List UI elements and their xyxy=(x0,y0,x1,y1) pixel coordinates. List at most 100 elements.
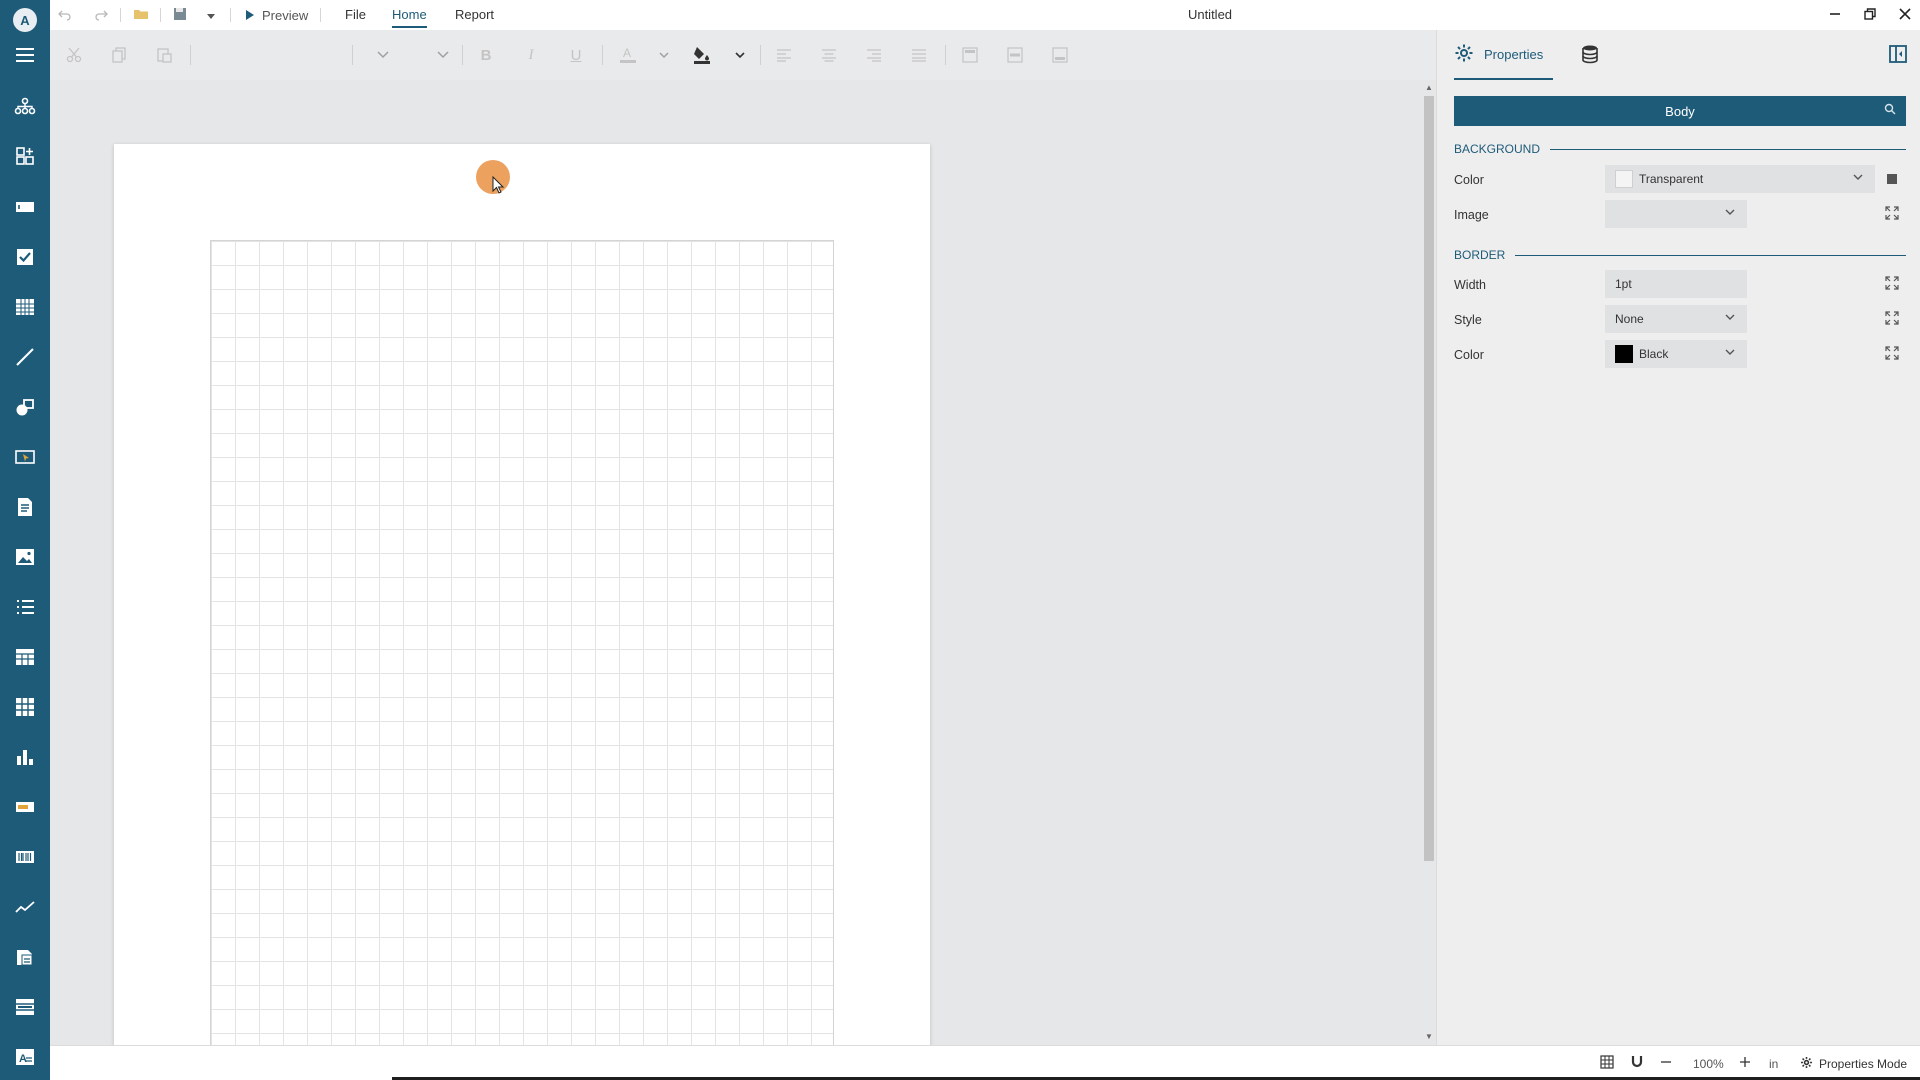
justify-icon[interactable] xyxy=(907,43,931,67)
document-title: Untitled xyxy=(1187,7,1233,22)
zoom-out-button[interactable] xyxy=(1660,1046,1672,1080)
textbox-icon[interactable] xyxy=(0,187,50,227)
snap-toggle-button[interactable] xyxy=(1630,1046,1644,1080)
font-color-dropdown[interactable] xyxy=(652,43,676,67)
tab-home[interactable]: Home xyxy=(392,0,427,30)
open-button[interactable] xyxy=(133,0,149,30)
database-icon xyxy=(1581,44,1599,67)
bg-color-dropdown[interactable]: Transparent xyxy=(1605,165,1875,193)
matrix-icon[interactable] xyxy=(0,687,50,727)
rich-text-icon[interactable] xyxy=(0,487,50,527)
border-width-input[interactable]: 1pt xyxy=(1605,270,1747,298)
bg-image-dropdown[interactable] xyxy=(1605,200,1747,228)
border-section-title: BORDER xyxy=(1454,248,1906,262)
checkbox-icon[interactable] xyxy=(0,237,50,277)
fill-color-dropdown[interactable] xyxy=(728,43,752,67)
grid-toggle-button[interactable] xyxy=(1600,1046,1614,1080)
report-body-grid[interactable] xyxy=(210,240,834,1045)
minus-icon xyxy=(1660,1056,1672,1071)
fill-color-icon[interactable] xyxy=(690,43,714,67)
bullet-icon[interactable] xyxy=(0,787,50,827)
tab-report[interactable]: Report xyxy=(455,0,494,30)
unit-selector[interactable]: in xyxy=(1769,1046,1778,1080)
align-right-icon[interactable] xyxy=(862,43,886,67)
properties-mode-button[interactable]: Properties Mode xyxy=(1800,1046,1907,1080)
report-page[interactable] xyxy=(114,144,930,1045)
menu-icon[interactable] xyxy=(0,35,50,75)
chevron-down-icon xyxy=(1723,345,1737,362)
banded-list-icon[interactable] xyxy=(0,987,50,1027)
italic-icon[interactable]: I xyxy=(519,43,543,67)
scroll-up-arrow[interactable]: ▲ xyxy=(1424,83,1434,93)
list-icon[interactable] xyxy=(0,587,50,627)
toggle-panel-button[interactable] xyxy=(1883,30,1913,80)
section-divider xyxy=(1550,148,1906,150)
separator xyxy=(120,8,121,22)
formatted-text-icon[interactable]: A xyxy=(0,1037,50,1077)
underline-icon[interactable]: U xyxy=(564,43,588,67)
zoom-level[interactable]: 100% xyxy=(1693,1046,1724,1080)
preview-label: Preview xyxy=(262,7,309,23)
font-color-icon[interactable]: A xyxy=(616,43,640,67)
cut-icon[interactable] xyxy=(62,43,86,67)
data-hierarchy-icon[interactable] xyxy=(0,86,50,126)
search-icon[interactable] xyxy=(1884,103,1896,118)
border-section-label: BORDER xyxy=(1454,248,1506,262)
subreport-icon[interactable] xyxy=(0,937,50,977)
gear-icon xyxy=(1454,43,1474,66)
border-width-expression-button[interactable] xyxy=(1880,272,1904,296)
selected-element-bar[interactable]: Body xyxy=(1454,96,1906,126)
scrollbar-thumb[interactable] xyxy=(1424,96,1434,861)
close-button[interactable] xyxy=(1890,0,1920,30)
shape-icon[interactable] xyxy=(0,387,50,427)
valign-top-icon[interactable] xyxy=(958,43,982,67)
valign-bottom-icon[interactable] xyxy=(1048,43,1072,67)
separator xyxy=(320,8,321,22)
valign-middle-icon[interactable] xyxy=(1003,43,1027,67)
line-icon[interactable] xyxy=(0,337,50,377)
align-center-icon[interactable] xyxy=(817,43,841,67)
preview-button[interactable]: Preview xyxy=(246,0,308,30)
paste-icon[interactable] xyxy=(152,43,176,67)
undo-icon xyxy=(58,7,72,24)
scroll-down-arrow[interactable]: ▼ xyxy=(1424,1032,1434,1042)
restore-button[interactable] xyxy=(1855,0,1885,30)
redo-button[interactable] xyxy=(94,0,108,30)
sparkline-icon[interactable] xyxy=(0,887,50,927)
properties-mode-label: Properties Mode xyxy=(1819,1056,1908,1071)
tab-properties[interactable]: Properties xyxy=(1454,30,1554,80)
copy-icon[interactable] xyxy=(107,43,131,67)
image-expression-button[interactable] xyxy=(1880,202,1904,226)
border-style-expression-button[interactable] xyxy=(1880,307,1904,331)
zoom-in-button[interactable] xyxy=(1739,1046,1751,1080)
tablix-icon[interactable] xyxy=(0,287,50,327)
color-picker-button[interactable] xyxy=(1880,167,1904,191)
vertical-scrollbar[interactable]: ▲ ▼ xyxy=(1422,80,1436,1045)
border-style-dropdown[interactable]: None xyxy=(1605,305,1747,333)
save-button[interactable] xyxy=(173,0,187,30)
save-options-dropdown[interactable] xyxy=(207,0,215,30)
grid-icon xyxy=(1600,1055,1614,1072)
undo-button[interactable] xyxy=(58,0,72,30)
panel-tabs: Properties xyxy=(1437,30,1920,80)
barcode-icon[interactable] xyxy=(0,837,50,877)
design-canvas[interactable] xyxy=(50,80,1425,1045)
align-left-icon[interactable] xyxy=(772,43,796,67)
tab-file[interactable]: File xyxy=(345,0,366,30)
border-color-dropdown[interactable]: Black xyxy=(1605,340,1747,368)
save-icon xyxy=(173,7,187,24)
expand-icon xyxy=(1885,205,1899,223)
play-icon xyxy=(246,8,254,23)
table-icon[interactable] xyxy=(0,637,50,677)
tab-data[interactable] xyxy=(1572,30,1608,80)
separator xyxy=(760,45,761,65)
input-field-icon[interactable] xyxy=(0,437,50,477)
status-bar: 100% in Properties Mode xyxy=(50,1045,1920,1080)
bold-icon[interactable]: B xyxy=(474,43,498,67)
add-component-icon[interactable] xyxy=(0,136,50,176)
font-size-dropdown[interactable] xyxy=(362,43,450,67)
minimize-button[interactable] xyxy=(1820,0,1850,30)
chart-icon[interactable] xyxy=(0,737,50,777)
border-color-expression-button[interactable] xyxy=(1880,342,1904,366)
image-icon[interactable] xyxy=(0,537,50,577)
